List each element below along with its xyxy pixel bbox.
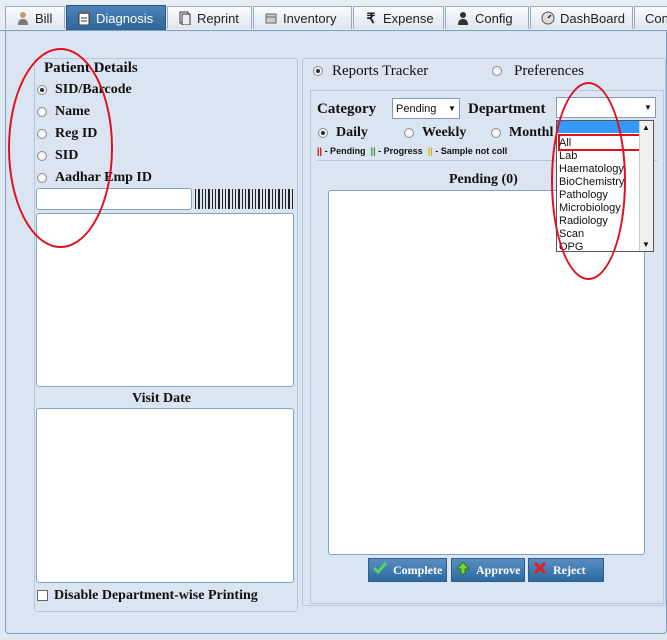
user-icon [16,11,30,25]
check-icon [372,561,388,579]
selected-item-box [558,134,648,151]
category-dropdown[interactable]: Pending ▼ [392,98,460,119]
radio-label-aadhar-emp-id: Aadhar Emp ID [55,170,152,185]
barcode-icon [195,189,295,209]
rupee-icon: ₹ [366,10,376,26]
tab-config[interactable]: Config [445,6,529,29]
dropdown-item-all[interactable]: All [559,137,571,150]
chevron-down-icon: ▼ [644,103,652,112]
dashboard-icon [541,11,555,25]
radio-label-daily: Daily [336,125,368,140]
patient-list-box[interactable] [36,213,294,387]
radio-name[interactable] [37,107,47,117]
complete-button[interactable]: Complete [368,558,447,582]
search-input[interactable] [36,188,192,210]
dropdown-item-haematology[interactable]: Haematology [559,163,624,176]
legend-notcollected-marker: || [427,146,433,156]
inventory-icon [264,11,278,25]
department-dropdown[interactable]: ▼ [556,97,656,118]
approve-arrow-icon [455,561,471,579]
status-legend: || - Pending || - Progress || - Sample n… [317,146,508,156]
tab-bill[interactable]: Bill [5,6,65,29]
radio-monthly[interactable] [491,128,501,138]
dropdown-item-pathology[interactable]: Pathology [559,189,608,202]
person-config-icon [456,11,470,25]
dropdown-item-scan[interactable]: Scan [559,228,584,241]
close-icon [533,561,547,579]
department-label: Department [468,101,546,117]
radio-label-sid: SID [55,148,79,163]
radio-daily[interactable] [318,128,328,138]
legend-pending-marker: || [317,146,323,156]
dropdown-item-microbiology[interactable]: Microbiology [559,202,621,215]
department-dropdown-list: All Lab Haematology BioChemistry Patholo… [556,120,654,254]
radio-sid[interactable] [37,151,47,161]
patient-details-title: Patient Details [44,60,138,76]
visit-date-list-box[interactable] [36,408,294,583]
visit-date-label: Visit Date [132,391,191,406]
radio-label-monthly: Monthl [509,125,554,140]
radio-sid-barcode[interactable] [37,85,47,95]
clipboard-icon [77,11,91,25]
radio-label-name: Name [55,104,90,119]
radio-label-reports-tracker: Reports Tracker [332,63,429,79]
radio-label-weekly: Weekly [422,125,467,140]
tab-dashboard[interactable]: DashBoard [530,6,633,29]
category-label: Category [317,101,377,117]
dropdown-item-opg[interactable]: OPG [559,241,583,254]
radio-label-sid-barcode: SID/Barcode [55,82,132,97]
radio-weekly[interactable] [404,128,414,138]
disable-printing-checkbox[interactable] [37,590,48,601]
scroll-down-icon[interactable]: ▼ [642,240,650,249]
approve-button[interactable]: Approve [451,558,525,582]
tab-inventory[interactable]: Inventory [253,6,352,29]
radio-reports-tracker[interactable] [313,66,323,76]
dropdown-highlight [557,121,641,133]
reject-button[interactable]: Reject [528,558,604,582]
chevron-down-icon: ▼ [448,104,456,113]
radio-reg-id[interactable] [37,129,47,139]
tab-more[interactable]: Con [634,6,667,29]
scroll-up-icon[interactable]: ▲ [642,123,650,132]
tab-diagnosis[interactable]: Diagnosis [66,5,166,30]
dropdown-item-lab[interactable]: Lab [559,150,577,163]
tab-expense[interactable]: ₹ Expense [353,6,444,29]
tab-bar: Bill Diagnosis Reprint Inventory ₹ Expen… [0,0,667,31]
dropdown-item-biochemistry[interactable]: BioChemistry [559,176,624,189]
dropdown-scrollbar[interactable]: ▲ ▼ [639,121,653,251]
radio-preferences[interactable] [492,66,502,76]
dropdown-item-radiology[interactable]: Radiology [559,215,608,228]
legend-progress-marker: || [370,146,376,156]
tab-reprint[interactable]: Reprint [167,6,252,29]
pending-header: Pending (0) [449,172,518,187]
radio-label-reg-id: Reg ID [55,126,98,141]
reprint-icon [178,11,192,25]
disable-printing-label: Disable Department-wise Printing [54,588,258,603]
category-value: Pending [396,102,437,115]
radio-aadhar-emp-id[interactable] [37,173,47,183]
radio-label-preferences: Preferences [514,63,584,79]
